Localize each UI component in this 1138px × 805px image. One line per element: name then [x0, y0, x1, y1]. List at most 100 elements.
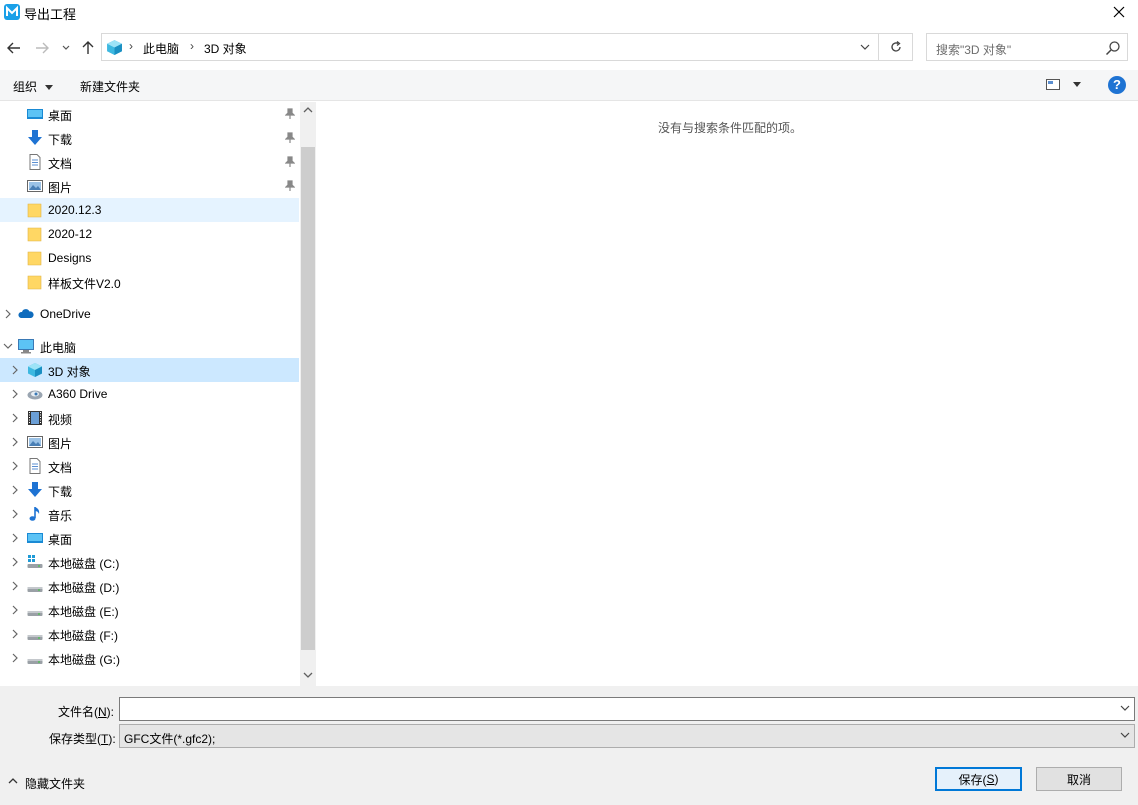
nav-item-desktop[interactable]: 桌面 [0, 102, 299, 126]
filename-field[interactable] [119, 697, 1135, 721]
new-folder-button[interactable]: 新建文件夹 [80, 78, 140, 95]
nav-item-drive-g[interactable]: 本地磁盘 (G:) [0, 646, 299, 670]
organize-menu[interactable]: 组织 [13, 78, 54, 95]
breadcrumb-separator[interactable]: › [190, 39, 194, 53]
drive-icon [27, 587, 43, 592]
filetype-select[interactable]: GFC文件(*.gfc2); [119, 724, 1135, 748]
search-box[interactable]: 搜索"3D 对象" [926, 33, 1128, 61]
nav-item-downloads[interactable]: 下载 [0, 126, 299, 150]
back-button[interactable] [3, 35, 25, 61]
refresh-button[interactable] [879, 33, 913, 61]
scrollbar-thumb[interactable] [301, 147, 315, 650]
breadcrumb-3d-objects[interactable]: 3D 对象 [204, 40, 247, 57]
organize-label: 组织 [13, 80, 38, 94]
nav-item-downloads-pc[interactable]: 下载 [0, 478, 299, 502]
nav-item-desktop-pc[interactable]: 桌面 [0, 526, 299, 550]
picture-icon [27, 436, 43, 448]
nav-label: 2020-12 [48, 227, 93, 241]
close-button[interactable] [1100, 0, 1138, 24]
nav-item-pictures-pc[interactable]: 图片 [0, 430, 299, 454]
desktop-icon [27, 109, 43, 119]
nav-item-documents-pc[interactable]: 文档 [0, 454, 299, 478]
nav-item-folder-template[interactable]: 样板文件V2.0 [0, 270, 299, 294]
document-icon [29, 154, 41, 170]
nav-label: 图片 [48, 181, 73, 195]
pin-icon [285, 180, 295, 191]
nav-item-folder-2020-12[interactable]: 2020-12 [0, 222, 299, 246]
view-options-button[interactable] [1046, 79, 1082, 93]
forward-button[interactable] [31, 35, 53, 61]
filename-label: 文件名(N): [58, 705, 115, 719]
save-button[interactable]: 保存(S) [935, 767, 1022, 791]
filetype-value: GFC文件(*.gfc2); [124, 732, 216, 746]
nav-item-folder-2020-12-3[interactable]: 2020.12.3 [0, 198, 299, 222]
nav-item-3d-objects[interactable]: 3D 对象 [0, 358, 299, 382]
nav-item-pictures[interactable]: 图片 [0, 174, 299, 198]
help-icon[interactable]: ? [1108, 76, 1126, 94]
empty-message: 没有与搜索条件匹配的项。 [658, 121, 803, 135]
computer-icon [18, 339, 34, 354]
file-list[interactable]: 没有与搜索条件匹配的项。 [316, 102, 1138, 686]
chevron-right-icon[interactable] [10, 436, 20, 448]
document-icon [29, 458, 41, 474]
address-bar[interactable]: › 此电脑 › 3D 对象 [101, 33, 879, 61]
nav-item-videos[interactable]: 视频 [0, 406, 299, 430]
scroll-up-icon[interactable] [303, 106, 313, 113]
chevron-right-icon[interactable] [10, 460, 20, 472]
nav-item-drive-f[interactable]: 本地磁盘 (F:) [0, 622, 299, 646]
picture-icon [27, 180, 43, 192]
nav-label: 桌面 [48, 109, 73, 123]
search-input[interactable]: 搜索"3D 对象" [936, 41, 1011, 58]
breadcrumb-separator[interactable]: › [129, 39, 133, 53]
chevron-right-icon[interactable] [10, 532, 20, 544]
command-bar: 组织 新建文件夹 [0, 70, 1138, 101]
breadcrumb-this-pc[interactable]: 此电脑 [143, 40, 179, 57]
chevron-right-icon[interactable] [10, 364, 20, 376]
folder-icon [27, 275, 42, 290]
chevron-right-icon[interactable] [10, 508, 20, 520]
nav-label: 本地磁盘 (E:) [48, 605, 119, 619]
chevron-right-icon[interactable] [10, 604, 20, 616]
nav-item-onedrive[interactable]: OneDrive [0, 302, 299, 326]
chevron-right-icon[interactable] [10, 628, 20, 640]
arrow-left-icon [7, 42, 20, 54]
nav-item-documents[interactable]: 文档 [0, 150, 299, 174]
nav-label: Designs [48, 251, 92, 265]
recent-locations-button[interactable] [58, 35, 74, 61]
caret-down-icon [1073, 82, 1082, 87]
arrow-up-icon [82, 41, 94, 54]
scroll-down-icon[interactable] [303, 672, 313, 679]
chevron-right-icon[interactable] [3, 308, 13, 320]
download-icon [28, 130, 42, 145]
nav-item-drive-d[interactable]: 本地磁盘 (D:) [0, 574, 299, 598]
chevron-down-icon[interactable] [3, 340, 13, 352]
view-icon [1046, 79, 1060, 90]
chevron-right-icon[interactable] [10, 556, 20, 568]
nav-label: 视频 [48, 413, 73, 427]
nav-item-a360-drive[interactable]: A360 Drive [0, 382, 299, 406]
nav-item-folder-designs[interactable]: Designs [0, 246, 299, 270]
chevron-right-icon[interactable] [10, 580, 20, 592]
nav-label: 音乐 [48, 509, 73, 523]
3d-objects-icon [107, 40, 122, 55]
nav-item-drive-c[interactable]: 本地磁盘 (C:) [0, 550, 299, 574]
refresh-icon [890, 41, 901, 52]
chevron-right-icon[interactable] [10, 388, 20, 400]
chevron-right-icon[interactable] [10, 484, 20, 496]
address-dropdown-button[interactable] [852, 34, 878, 60]
nav-scrollbar[interactable] [300, 102, 316, 686]
download-icon [28, 482, 42, 497]
nav-item-this-pc[interactable]: 此电脑 [0, 334, 299, 358]
up-button[interactable] [77, 35, 99, 61]
app-logo-icon [4, 4, 20, 20]
nav-item-music[interactable]: 音乐 [0, 502, 299, 526]
chevron-down-icon[interactable] [1120, 705, 1130, 711]
chevron-right-icon[interactable] [10, 652, 20, 664]
nav-item-drive-e[interactable]: 本地磁盘 (E:) [0, 598, 299, 622]
nav-label: 样板文件V2.0 [48, 277, 121, 291]
search-icon[interactable] [1105, 40, 1121, 56]
cancel-button[interactable]: 取消 [1036, 767, 1122, 791]
filename-input[interactable] [120, 698, 1110, 720]
navigation-pane: 桌面 下载 文档 图片 2020.12.3 2020-12 Designs 样板… [0, 102, 300, 686]
chevron-right-icon[interactable] [10, 412, 20, 424]
